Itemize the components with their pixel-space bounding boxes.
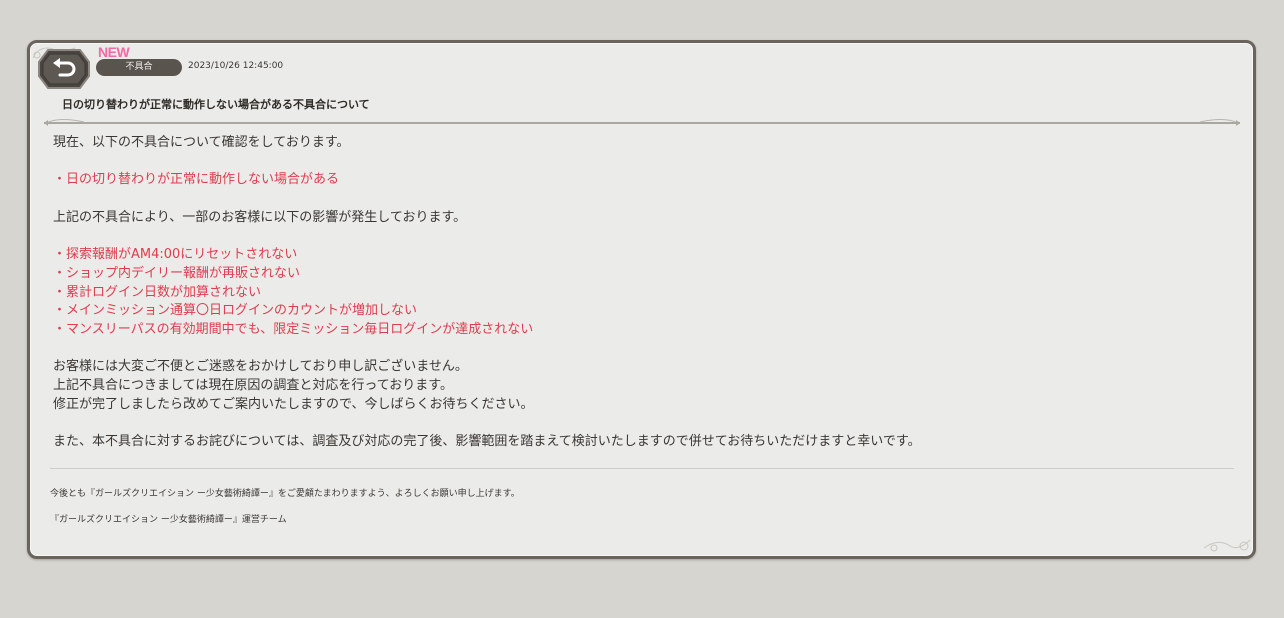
- impact-item: ・メインミッション通算〇日ログインのカウントが増加しない: [53, 303, 418, 319]
- notice-title: 日の切り替わりが正常に動作しない場合がある不具合について: [62, 98, 370, 111]
- signature-text: 『ガールズクリエイション ー少女藝術綺譚ー』運営チーム: [50, 515, 287, 525]
- footer-divider: [50, 468, 1234, 469]
- impact-item: ・ショップ内デイリー報酬が再販されない: [53, 265, 301, 281]
- post-date: 2023/10/26 12:45:00: [188, 61, 284, 71]
- apology-line: お客様には大変ご不便とご迷惑をおかけしており申し訳ございません。: [53, 359, 468, 375]
- impact-item: ・累計ログイン日数が加算されない: [53, 284, 262, 300]
- back-button[interactable]: [38, 48, 90, 90]
- closing-text: 今後とも『ガールズクリエイション ー少女藝術綺譚ー』をご愛顧たまわりますよう、よ…: [50, 489, 520, 499]
- back-arrow-icon: [38, 49, 90, 89]
- new-badge: NEW: [98, 44, 130, 60]
- impact-item: ・マンスリーパスの有効期間中でも、限定ミッション毎日ログインが達成されない: [53, 321, 534, 337]
- impact-intro-text: 上記の不具合により、一部のお客様に以下の影響が発生しております。: [53, 209, 467, 225]
- impact-item: ・探索報酬がAM4:00にリセットされない: [53, 247, 298, 263]
- header-divider: [44, 119, 1240, 126]
- notice-body: 現在、以下の不具合について確認をしております。 ・日の切り替わりが正常に動作しな…: [53, 134, 1233, 452]
- apology-line: 修正が完了しましたら改めてご案内いたしますので、今しばらくお待ちください。: [53, 396, 534, 412]
- bottom-right-ornament: [1203, 539, 1251, 552]
- apology-line: 上記不具合につきましては現在原因の調査と対応を行っております。: [53, 378, 454, 394]
- compensation-text: また、本不具合に対するお詫びについては、調査及び対応の完了後、影響範囲を踏まえて…: [53, 434, 921, 450]
- intro-text: 現在、以下の不具合について確認をしております。: [53, 135, 350, 150]
- category-badge: 不具合: [96, 59, 182, 76]
- issue-text: ・日の切り替わりが正常に動作しない場合がある: [53, 172, 340, 188]
